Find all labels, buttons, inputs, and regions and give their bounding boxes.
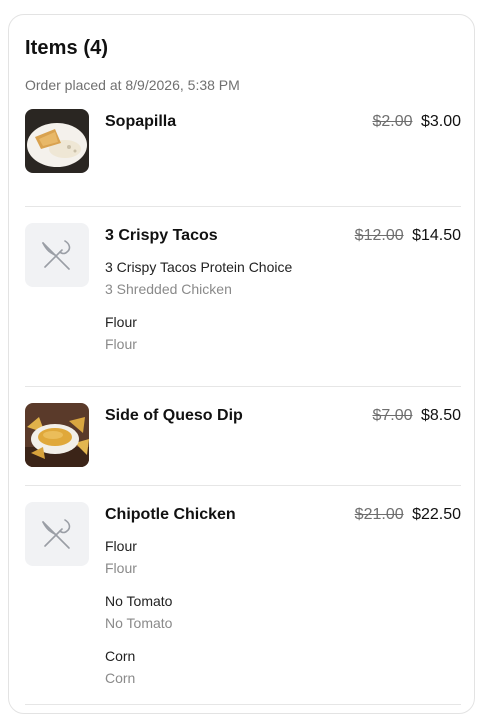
item-price: $12.00 $14.50 [355,226,461,246]
modifier-group: No Tomato No Tomato [105,592,461,632]
list-item: Sopapilla $2.00 $3.00 [25,109,461,207]
modifier-value: 3 Shredded Chicken [105,281,232,297]
modifier-group: 3 Crispy Tacos Protein Choice 3 Shredded… [105,258,461,298]
item-price: $2.00 $3.00 [372,112,461,132]
item-original-price: $2.00 [372,113,413,130]
item-photo-queso-dip [25,403,89,467]
modifier-title: Flour [105,538,137,554]
modifier-value: Corn [105,670,136,686]
fork-knife-icon [42,240,71,270]
modifier-group: Flour Flour [105,537,461,577]
order-placed-timestamp: Order placed at 8/9/2026, 5:38 PM [25,77,240,93]
modifier-title: Flour [105,314,137,330]
item-photo-sopapilla [25,109,89,173]
item-price: $7.00 $8.50 [372,406,461,426]
modifier-value: Flour [105,336,137,352]
item-current-price: $14.50 [412,227,461,244]
modifier-group: Flour Flour [105,313,461,353]
item-original-price: $12.00 [354,227,404,244]
item-current-price: $3.00 [420,113,461,130]
item-original-price: $7.00 [372,407,413,424]
fork-knife-icon [42,519,71,549]
modifier-title: Corn [105,648,136,664]
modifier-value: No Tomato [105,615,173,631]
list-item: Chipotle Chicken $21.00 $22.50 Flour Flo… [25,486,461,705]
item-price: $21.00 $22.50 [355,505,461,525]
list-item: 3 Crispy Tacos $12.00 $14.50 3 Crispy Ta… [25,207,461,387]
item-placeholder-image [25,502,89,566]
modifier-title: No Tomato [105,593,173,609]
order-items-card: Items (4) Order placed at 8/9/2026, 5:38… [8,14,475,714]
items-list: Sopapilla $2.00 $3.00 3 Crispy Tacos $12… [25,109,461,705]
modifier-title: 3 Crispy Tacos Protein Choice [105,259,293,275]
item-original-price: $21.00 [354,506,404,523]
item-current-price: $8.50 [420,407,461,424]
items-heading: Items (4) [25,37,109,59]
modifier-value: Flour [105,560,137,576]
list-item: Side of Queso Dip $7.00 $8.50 [25,387,461,486]
modifier-group: Corn Corn [105,647,461,687]
item-current-price: $22.50 [412,506,461,523]
item-placeholder-image [25,223,89,287]
